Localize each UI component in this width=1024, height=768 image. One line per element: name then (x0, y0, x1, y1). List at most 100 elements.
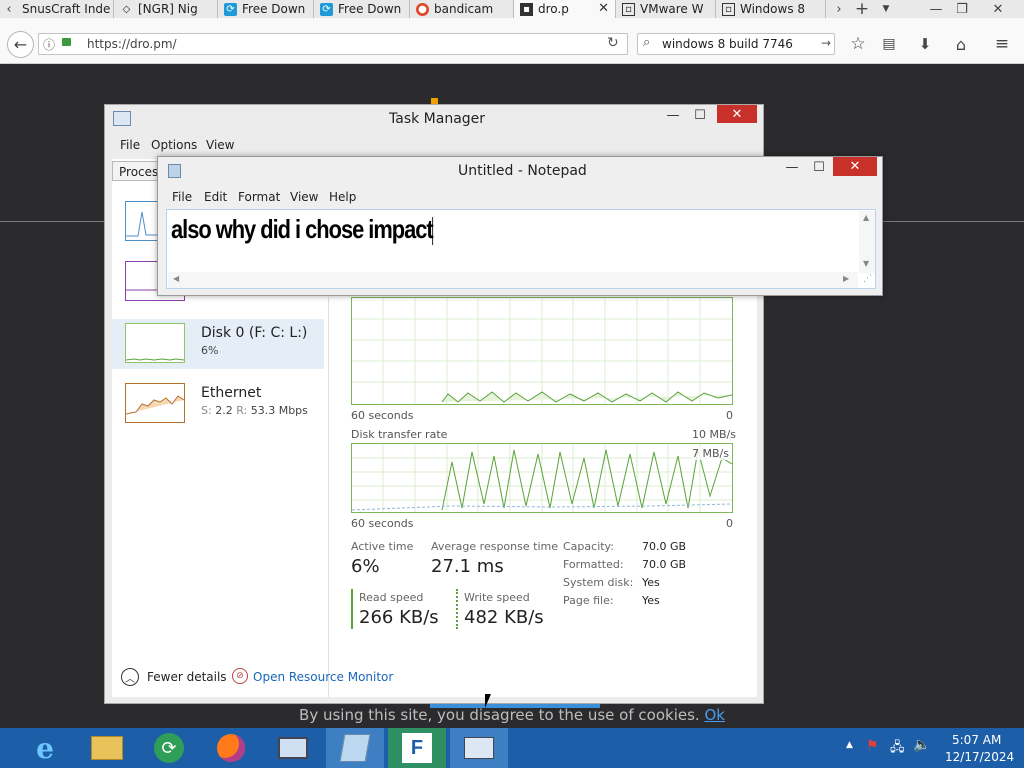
refresh-app-icon[interactable]: ⟳ (140, 728, 198, 768)
notepad-taskbar-icon[interactable] (326, 728, 384, 768)
scroll-left-icon[interactable]: ◀ (173, 274, 179, 283)
maximize-icon[interactable]: ☐ (808, 157, 830, 177)
new-tab-icon[interactable]: + (852, 0, 872, 19)
search-input[interactable]: windows 8 build 7746 (662, 37, 793, 51)
clock-date[interactable]: 12/17/2024 (945, 750, 1014, 764)
tab-windows-8[interactable]: ▫ Windows 8 (716, 0, 826, 18)
tab-snuscraft[interactable]: SnusCraft Inde (16, 0, 114, 18)
transfer-rate-title: Disk transfer rate (351, 428, 448, 441)
menu-view[interactable]: View (290, 190, 318, 204)
vertical-scrollbar[interactable]: ▲ ▼ (859, 211, 875, 273)
hamburger-menu-icon[interactable]: ≡ (992, 34, 1012, 54)
avg-response-value: 27.1 ms (431, 556, 504, 577)
action-center-flag-icon[interactable]: ⚑ (866, 738, 879, 754)
bookmarks-library-icon[interactable]: ▤ (879, 34, 899, 54)
network-icon[interactable]: 🖧 (890, 738, 905, 760)
scroll-down-icon[interactable]: ▼ (863, 259, 869, 268)
minimize-icon[interactable]: — (663, 105, 683, 125)
tab-bandicam[interactable]: ● bandicam (410, 0, 514, 18)
transfer-rate-mid: 7 MB/s (692, 447, 729, 460)
firefox-icon[interactable] (202, 728, 260, 768)
read-speed-label: Read speed (359, 591, 424, 604)
menu-edit[interactable]: Edit (204, 190, 227, 204)
menu-format[interactable]: Format (238, 190, 280, 204)
notepad-text-area[interactable]: also why did i chose impact ▲ ▼ ◀ ▶ ⋰ (166, 209, 876, 289)
task-manager-menu: File Options View (105, 135, 765, 157)
menu-options[interactable]: Options (151, 138, 197, 152)
menu-file[interactable]: File (120, 138, 140, 152)
tabs-scroll-left-icon[interactable]: ‹ (2, 0, 16, 18)
resize-grip-icon[interactable]: ⋰ (863, 274, 872, 284)
tab-label: Free Down (338, 2, 402, 16)
info-icon[interactable]: ⓘ (43, 36, 55, 53)
window-icon: ▫ (722, 2, 735, 16)
tab-free-download-1[interactable]: ⟳ Free Down (218, 0, 314, 18)
refresh-icon: ⟳ (224, 2, 237, 16)
menu-file[interactable]: File (172, 190, 192, 204)
tab-vmware[interactable]: ▫ VMware W (616, 0, 716, 18)
receive-value: 53.3 Mbps (250, 404, 308, 417)
tab-label: [NGR] Nig (138, 2, 198, 16)
url-bar[interactable]: ⓘ https://dro.pm/ ↻ (38, 33, 628, 55)
menu-view[interactable]: View (206, 138, 234, 152)
search-bar[interactable]: ⌕ windows 8 build 7746 → (637, 33, 835, 55)
tab-free-download-2[interactable]: ⟳ Free Down (314, 0, 410, 18)
download-icon[interactable]: ⬇ (915, 34, 935, 54)
home-icon[interactable]: ⌂ (951, 34, 971, 54)
freefilesync-icon[interactable]: F (388, 728, 446, 768)
clock-time[interactable]: 5:07 AM (952, 733, 1001, 747)
page-icon: ▪ (520, 2, 533, 16)
tab-label: Windows 8 (740, 2, 806, 16)
avg-response-label: Average response time (431, 540, 558, 553)
cookie-ok-link[interactable]: Ok (704, 706, 725, 724)
maximize-icon[interactable]: ☐ (689, 105, 711, 125)
cookie-notice: By using this site, you disagree to the … (0, 706, 1024, 724)
open-resource-monitor-link[interactable]: Open Resource Monitor (253, 670, 393, 684)
scroll-right-icon[interactable]: ▶ (843, 274, 849, 283)
show-hidden-icons-chevron-icon[interactable]: ▲ (846, 740, 853, 750)
tab-label: bandicam (434, 2, 494, 16)
scroll-up-icon[interactable]: ▲ (863, 213, 869, 222)
active-time-label: Active time (351, 540, 414, 553)
chevron-up-icon[interactable]: ︿ (121, 668, 139, 686)
window-title: Untitled - Notepad (458, 163, 587, 179)
close-tab-icon[interactable]: ✕ (598, 1, 609, 16)
reload-icon[interactable]: ↻ (607, 35, 619, 51)
read-speed-value: 266 KB/s (359, 607, 439, 628)
file-explorer-icon[interactable] (78, 728, 136, 768)
graph2-zero-label: 0 (726, 517, 733, 530)
close-icon[interactable]: ✕ (717, 105, 757, 123)
close-icon[interactable]: ✕ (833, 157, 877, 176)
internet-explorer-icon[interactable]: e (16, 728, 74, 768)
fewer-details-button[interactable]: Fewer details (147, 670, 227, 684)
notepad-window: Untitled - Notepad — ☐ ✕ File Edit Forma… (157, 156, 883, 296)
minimize-icon[interactable]: — (926, 0, 946, 18)
horizontal-scrollbar[interactable]: ◀ ▶ (168, 272, 858, 288)
formatted-value: 70.0 GB (642, 558, 687, 571)
tab-processes[interactable]: Proces (112, 161, 160, 181)
task-manager-taskbar-icon[interactable] (450, 728, 508, 768)
capacity-value: 70.0 GB (642, 540, 687, 553)
receive-label: R: (236, 404, 248, 417)
tab-ngr[interactable]: ◇ [NGR] Nig (114, 0, 218, 18)
minimize-icon[interactable]: — (782, 157, 802, 177)
volume-icon[interactable]: 🔈 (913, 737, 930, 753)
tab-dro-pm[interactable]: ▪ dro.p ✕ (514, 0, 616, 18)
search-go-icon[interactable]: → (821, 36, 831, 50)
tabs-scroll-right-icon[interactable]: › (832, 0, 846, 18)
tab-label: dro.p (538, 2, 569, 16)
menu-help[interactable]: Help (329, 190, 356, 204)
remote-desktop-icon[interactable] (264, 728, 322, 768)
close-window-icon[interactable]: ✕ (988, 0, 1008, 18)
tab-list-chevron-down-icon[interactable]: ▼ (878, 0, 894, 18)
page-file-value: Yes (642, 594, 660, 607)
read-indicator (351, 589, 353, 629)
lock-icon (62, 38, 71, 46)
back-arrow-icon[interactable]: ← (7, 31, 34, 58)
bookmark-star-icon[interactable]: ☆ (848, 34, 868, 54)
ethernet-thumbnail[interactable] (125, 383, 185, 423)
restore-icon[interactable]: ❐ (952, 0, 972, 18)
url-text[interactable]: https://dro.pm/ (87, 37, 177, 51)
active-time-graph (351, 297, 733, 405)
disk-name: Disk 0 (F: C: L:) (201, 325, 308, 341)
